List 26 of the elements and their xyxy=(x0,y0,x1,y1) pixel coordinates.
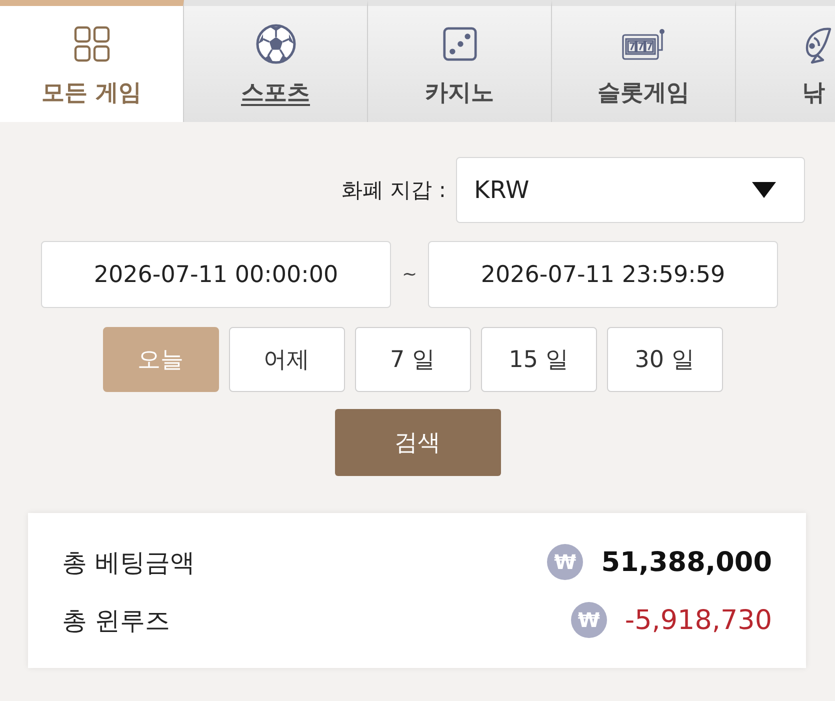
summary-label: 총 윈루즈 xyxy=(62,604,170,636)
date-range-button[interactable]: 15 일 xyxy=(480,327,596,392)
game-tab[interactable]: 모든 게임 xyxy=(0,0,184,122)
game-tab[interactable]: 슬롯게임 xyxy=(552,0,736,122)
summary-label: 총 베팅금액 xyxy=(62,546,195,578)
search-button[interactable]: 검색 xyxy=(334,409,500,476)
currency-select[interactable]: KRW xyxy=(456,157,805,223)
date-range-button[interactable]: 7 일 xyxy=(354,327,470,392)
date-to-field[interactable]: 2026-07-11 23:59:59 xyxy=(428,241,778,308)
date-range-button[interactable]: 30 일 xyxy=(606,327,722,392)
grid-icon xyxy=(74,26,110,62)
date-range-button[interactable]: 어제 xyxy=(228,327,344,392)
won-badge: ₩ xyxy=(570,602,607,638)
game-tab[interactable]: 낚 xyxy=(736,0,835,122)
dice-icon xyxy=(442,27,476,61)
date-separator: ~ xyxy=(402,264,418,285)
game-tab[interactable]: 카지노 xyxy=(368,0,552,122)
summary-value: -5,918,730 xyxy=(624,604,772,636)
dropdown-caret-icon xyxy=(752,182,776,198)
date-from-field[interactable]: 2026-07-11 00:00:00 xyxy=(41,241,391,308)
game-tab[interactable]: 스포츠 xyxy=(184,0,368,122)
currency-label: 화폐 지갑 : xyxy=(342,177,446,204)
summary-value: 51,388,000 xyxy=(601,546,772,578)
soccer-ball-icon xyxy=(256,24,296,64)
slot-machine-icon xyxy=(622,28,666,60)
won-badge: ₩ xyxy=(547,544,584,580)
